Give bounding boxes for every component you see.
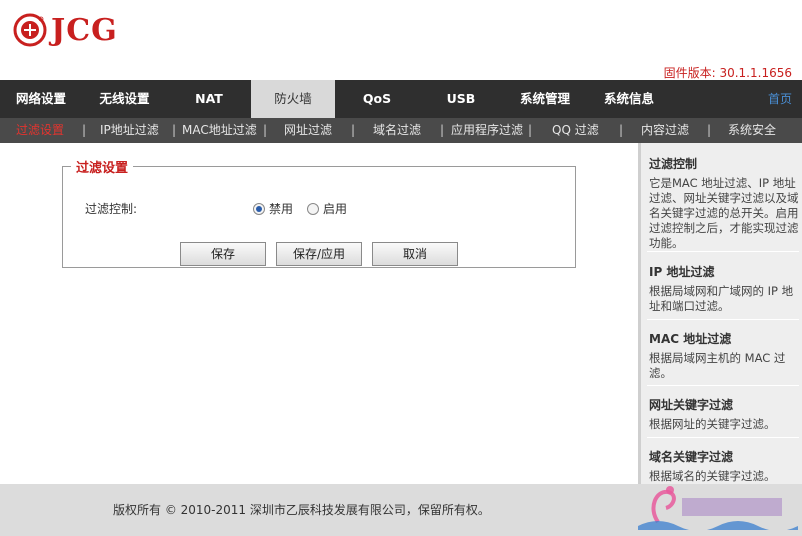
- nav-system-info[interactable]: 系统信息: [587, 80, 671, 118]
- sub-nav: 过滤设置 | IP地址过滤 | MAC地址过滤 | 网址过滤 | 域名过滤 | …: [0, 118, 802, 143]
- help-text: 根据网址的关键字过滤。: [649, 417, 776, 431]
- help-text: 根据局域网和广域网的 IP 地址和端口过滤。: [649, 284, 794, 313]
- subnav-url-filter[interactable]: 网址过滤: [284, 118, 332, 143]
- nav-system-management[interactable]: 系统管理: [503, 80, 587, 118]
- nav-wireless-settings[interactable]: 无线设置: [82, 80, 167, 118]
- help-text: 根据局域网主机的 MAC 过滤。: [649, 351, 786, 380]
- main-content: 过滤设置 过滤控制: 禁用 启用 保存 保存/应用 取消: [0, 143, 638, 484]
- subnav-app-filter[interactable]: 应用程序过滤: [451, 118, 523, 143]
- help-section-ip-filter: IP 地址过滤 根据局域网和广域网的 IP 地址和端口过滤。: [649, 263, 799, 314]
- save-button[interactable]: 保存: [180, 242, 266, 266]
- help-section-filter-control: 过滤控制 它是MAC 地址过滤、IP 地址过滤、网址关键字过滤以及域名关键字过滤…: [649, 155, 799, 251]
- disable-radio[interactable]: [253, 202, 265, 215]
- disable-radio-label[interactable]: 禁用: [269, 200, 293, 217]
- help-divider: [647, 437, 799, 438]
- subnav-domain-filter[interactable]: 域名过滤: [373, 118, 421, 143]
- filter-control-label: 过滤控制:: [85, 202, 138, 216]
- jcg-logo-icon: [13, 13, 47, 47]
- help-divider: [647, 319, 799, 320]
- nav-qos[interactable]: QoS: [335, 80, 419, 118]
- enable-radio-label[interactable]: 启用: [323, 200, 347, 217]
- subnav-content-filter[interactable]: 内容过滤: [641, 118, 689, 143]
- subnav-qq-filter[interactable]: QQ 过滤: [552, 118, 599, 143]
- save-apply-button[interactable]: 保存/应用: [276, 242, 362, 266]
- help-section-url-keyword: 网址关键字过滤 根据网址的关键字过滤。: [649, 396, 799, 432]
- filter-settings-panel: 过滤设置 过滤控制: 禁用 启用 保存 保存/应用 取消: [62, 157, 576, 268]
- cancel-button[interactable]: 取消: [372, 242, 458, 266]
- subnav-separator: |: [263, 123, 268, 137]
- subnav-filter-settings[interactable]: 过滤设置: [16, 118, 64, 143]
- help-divider: [647, 251, 799, 252]
- nav-nat[interactable]: NAT: [167, 80, 251, 118]
- subnav-system-security[interactable]: 系统安全: [728, 118, 776, 143]
- subnav-separator: |: [528, 123, 533, 137]
- copyright-text: 版权所有 © 2010-2011 深圳市乙辰科技发展有限公司，保留所有权。: [113, 503, 490, 517]
- help-title: MAC 地址过滤: [649, 332, 732, 346]
- main-nav: 网络设置 无线设置 NAT 防火墙 QoS USB 系统管理 系统信息 首页: [0, 80, 802, 118]
- help-text: 它是MAC 地址过滤、IP 地址过滤、网址关键字过滤以及域名关键字过滤的总开关。…: [649, 176, 799, 250]
- subnav-separator: |: [440, 123, 445, 137]
- jcg-logo: JCG: [13, 12, 118, 48]
- brand-name: JCG: [51, 12, 118, 48]
- nav-firewall[interactable]: 防火墙: [251, 80, 335, 118]
- subnav-separator: |: [351, 123, 356, 137]
- firmware-version: 固件版本: 30.1.1.1656: [663, 66, 792, 80]
- subnav-separator: |: [619, 123, 624, 137]
- help-title: 过滤控制: [649, 157, 698, 171]
- help-panel: 过滤控制 它是MAC 地址过滤、IP 地址过滤、网址关键字过滤以及域名关键字过滤…: [638, 143, 802, 484]
- nav-network-settings[interactable]: 网络设置: [0, 80, 82, 118]
- enable-radio[interactable]: [307, 202, 320, 215]
- help-section-mac-filter: MAC 地址过滤 根据局域网主机的 MAC 过滤。: [649, 330, 799, 381]
- header: JCG 固件版本: 30.1.1.1656: [0, 0, 802, 80]
- subnav-separator: |: [172, 123, 177, 137]
- help-title: IP 地址过滤: [649, 265, 715, 279]
- subnav-ip-filter[interactable]: IP地址过滤: [100, 118, 159, 143]
- help-divider: [647, 385, 799, 386]
- help-title: 域名关键字过滤: [649, 450, 734, 464]
- subnav-separator: |: [707, 123, 712, 137]
- watermark-logo-icon: [638, 486, 798, 530]
- nav-usb[interactable]: USB: [419, 80, 503, 118]
- help-title: 网址关键字过滤: [649, 398, 734, 412]
- panel-legend: 过滤设置: [71, 157, 134, 176]
- filter-control-radio-group: 禁用 启用: [253, 200, 361, 217]
- subnav-separator: |: [82, 123, 87, 137]
- subnav-mac-filter[interactable]: MAC地址过滤: [182, 118, 257, 143]
- home-link[interactable]: 首页: [768, 80, 792, 118]
